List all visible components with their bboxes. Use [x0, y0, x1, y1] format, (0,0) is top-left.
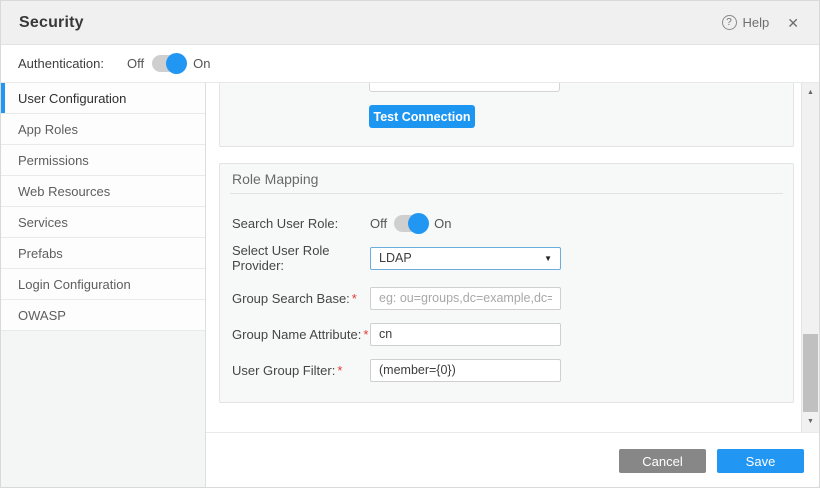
- authentication-off-label: Off: [127, 56, 144, 71]
- sidebar-item-permissions[interactable]: Permissions: [1, 145, 205, 176]
- group-name-attribute-input[interactable]: [370, 323, 561, 346]
- help-link[interactable]: Help: [743, 15, 770, 30]
- help-icon[interactable]: ?: [722, 15, 737, 30]
- authentication-on-label: On: [193, 56, 210, 71]
- search-user-role-label: Search User Role:: [232, 216, 370, 231]
- search-user-role-on-label: On: [434, 216, 451, 231]
- group-search-base-input[interactable]: [370, 287, 561, 310]
- footer-actions: Cancel Save: [206, 432, 819, 487]
- required-asterisk: *: [352, 291, 357, 306]
- page-title: Security: [19, 14, 84, 32]
- required-asterisk: *: [363, 327, 368, 342]
- provider-label: Select User Role Provider:: [232, 243, 370, 273]
- authentication-bar: Authentication: Off On: [1, 45, 819, 83]
- user-group-filter-row: User Group Filter:*: [232, 358, 781, 382]
- sidebar-item-prefabs[interactable]: Prefabs: [1, 238, 205, 269]
- authentication-label: Authentication:: [18, 56, 104, 71]
- toggle-knob: [166, 53, 187, 74]
- sidebar-item-services[interactable]: Services: [1, 207, 205, 238]
- save-button[interactable]: Save: [717, 449, 804, 473]
- search-user-role-row: Search User Role: Off On: [232, 211, 781, 235]
- search-user-role-toggle[interactable]: [394, 215, 427, 232]
- vertical-scrollbar[interactable]: ▲ ▼: [801, 83, 819, 432]
- required-asterisk: *: [337, 363, 342, 378]
- test-connection-button[interactable]: Test Connection: [369, 105, 475, 128]
- search-user-role-control: Off On: [370, 215, 451, 232]
- scroll-viewport: Test Connection Role Mapping Search User…: [206, 83, 819, 432]
- provider-selected-value: LDAP: [379, 251, 412, 265]
- scrollbar-thumb[interactable]: [803, 334, 818, 412]
- user-group-filter-label: User Group Filter:*: [232, 363, 370, 378]
- toggle-knob: [408, 213, 429, 234]
- window-header: Security ? Help ✕: [1, 1, 819, 45]
- sidebar-item-user-configuration[interactable]: User Configuration: [1, 83, 205, 114]
- cancel-button[interactable]: Cancel: [619, 449, 706, 473]
- sidebar-item-web-resources[interactable]: Web Resources: [1, 176, 205, 207]
- user-group-filter-input[interactable]: [370, 359, 561, 382]
- user-role-provider-select[interactable]: LDAP ▼: [370, 247, 561, 270]
- provider-row: Select User Role Provider: LDAP ▼: [232, 246, 781, 270]
- sidebar-item-owasp[interactable]: OWASP: [1, 300, 205, 331]
- role-mapping-title: Role Mapping: [230, 164, 783, 194]
- scroll-up-icon[interactable]: ▲: [802, 89, 819, 96]
- sidebar: User Configuration App Roles Permissions…: [1, 83, 206, 487]
- authentication-toggle[interactable]: [152, 55, 185, 72]
- group-name-attribute-label: Group Name Attribute:*: [232, 327, 370, 342]
- group-search-base-row: Group Search Base:*: [232, 286, 781, 310]
- close-icon[interactable]: ✕: [787, 16, 799, 30]
- role-mapping-panel: Role Mapping Search User Role: Off On Se…: [219, 163, 794, 403]
- group-name-attribute-row: Group Name Attribute:*: [232, 322, 781, 346]
- sidebar-item-login-configuration[interactable]: Login Configuration: [1, 269, 205, 300]
- group-search-base-label: Group Search Base:*: [232, 291, 370, 306]
- sidebar-item-app-roles[interactable]: App Roles: [1, 114, 205, 145]
- main-content: Test Connection Role Mapping Search User…: [206, 83, 819, 487]
- body: User Configuration App Roles Permissions…: [1, 83, 819, 487]
- chevron-down-icon: ▼: [544, 254, 552, 263]
- connection-field[interactable]: [369, 83, 560, 92]
- scroll-down-icon[interactable]: ▼: [802, 418, 819, 425]
- search-user-role-off-label: Off: [370, 216, 387, 231]
- header-actions: ? Help ✕: [722, 15, 799, 30]
- security-window: Security ? Help ✕ Authentication: Off On…: [0, 0, 820, 488]
- connection-panel: Test Connection: [219, 83, 794, 147]
